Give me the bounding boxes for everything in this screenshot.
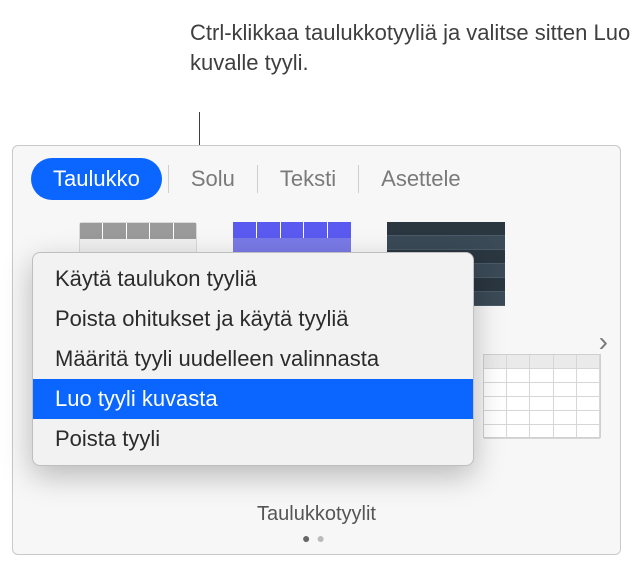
callout-text: Ctrl-klikkaa taulukkotyyliä ja valitse s… (190, 18, 633, 77)
chevron-right-icon[interactable]: › (599, 326, 608, 358)
tab-taulukko[interactable]: Taulukko (31, 158, 162, 200)
menu-item-apply-style[interactable]: Käytä taulukon tyyliä (33, 259, 473, 299)
menu-item-clear-overrides[interactable]: Poista ohitukset ja käytä tyyliä (33, 299, 473, 339)
menu-item-delete-style[interactable]: Poista tyyli (33, 419, 473, 459)
menu-item-redefine-style[interactable]: Määritä tyyli uudelleen valinnasta (33, 339, 473, 379)
tab-teksti[interactable]: Teksti (264, 158, 352, 200)
menu-item-create-style[interactable]: Luo tyyli kuvasta (33, 379, 473, 419)
section-title: Taulukkotyylit (13, 503, 620, 526)
tab-bar: Taulukko Solu Teksti Asettele (13, 146, 620, 210)
tab-solu[interactable]: Solu (175, 158, 251, 200)
tab-separator (168, 165, 169, 193)
tab-separator (257, 165, 258, 193)
context-menu: Käytä taulukon tyyliä Poista ohitukset j… (32, 252, 474, 466)
tab-separator (358, 165, 359, 193)
table-style-thumbnail[interactable] (483, 354, 601, 438)
page-dots[interactable]: ●● (13, 530, 620, 546)
style-thumbnails-row (483, 354, 601, 438)
tab-asettele[interactable]: Asettele (365, 158, 477, 200)
